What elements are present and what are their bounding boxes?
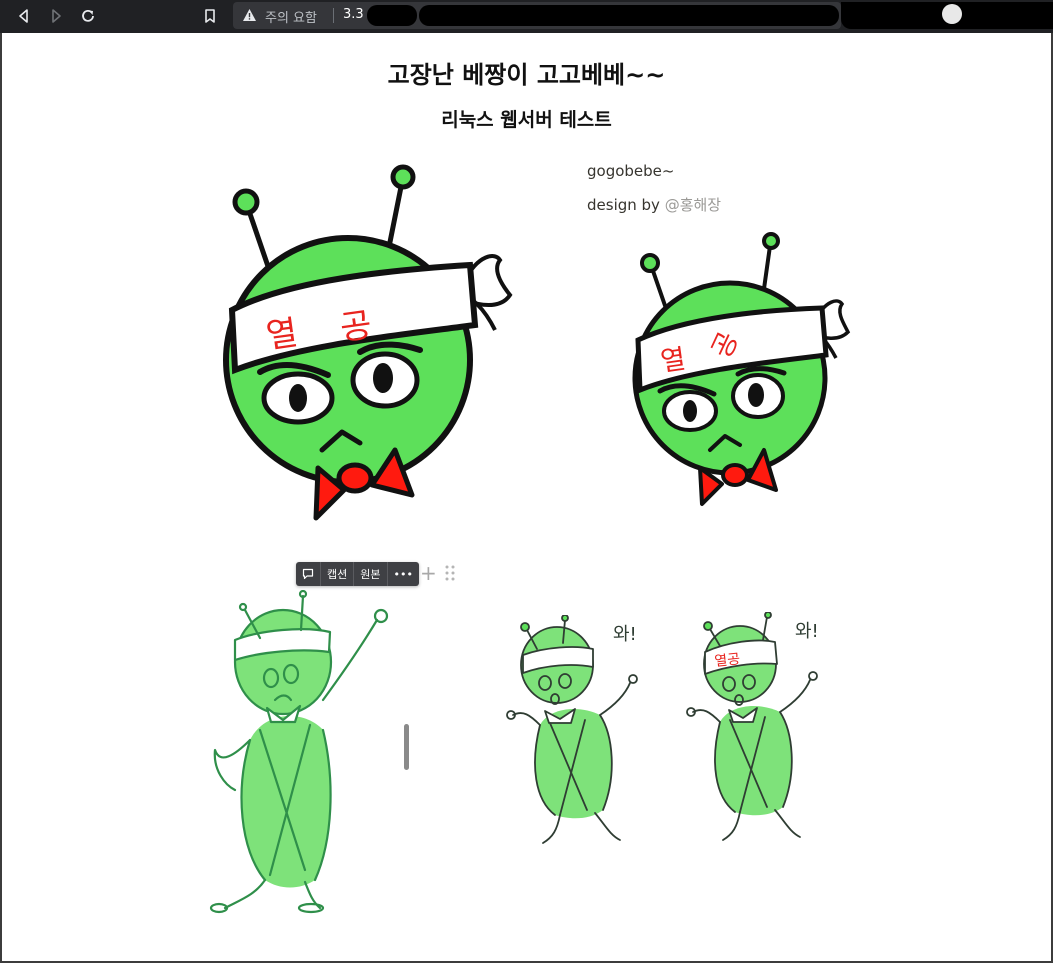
caption-button[interactable]: 캡션 [321,562,355,586]
small-headband-syllable-1: 열 [659,344,688,378]
comment-icon [302,568,314,580]
small-headband-text: 열공 [714,651,741,670]
headband-syllable-1: 열 [264,313,301,357]
redacted-url-part [419,5,839,26]
credit-design: design by @홍해장 [587,194,721,215]
credit-prefix: design by [587,196,665,214]
small-bug-head-image[interactable]: 열 공 [630,228,860,508]
forward-icon [52,9,61,23]
wow-text: 와! [795,621,819,642]
back-button[interactable] [12,5,36,27]
address-separator [333,8,334,23]
browser-toolbar: 주의 요함 3.3 [0,0,1053,33]
full-body-bug-sketch-image[interactable] [205,590,400,915]
back-icon [19,9,28,23]
reload-button[interactable] [76,5,100,27]
surprised-bug-headband-sketch-image[interactable]: 열공 와! [685,612,830,857]
redacted-url-part [367,5,417,26]
bookmark-icon [205,9,215,23]
address-bar[interactable]: 주의 요함 3.3 [233,2,841,29]
warning-icon[interactable] [241,7,257,23]
url-text[interactable]: 3.3 [343,7,364,22]
security-label[interactable]: 주의 요함 [265,7,317,26]
wow-text: 와! [613,624,637,645]
original-button[interactable]: 원본 [354,562,388,586]
forward-button[interactable] [44,5,68,27]
image-resize-handle[interactable] [404,724,409,770]
more-button[interactable]: ••• [388,562,419,586]
page-subtitle: 리눅스 웹서버 테스트 [441,109,612,131]
surprised-bug-sketch-image[interactable]: 와! [505,615,650,860]
big-bug-head-image[interactable]: 열 공 [220,160,530,525]
credit-mention[interactable]: @홍해장 [665,196,721,214]
image-block-menu: 캡션 원본 ••• [296,562,419,586]
profile-avatar[interactable] [942,4,962,24]
page-title: 고장난 베짱이 고고베베~~ [387,61,666,89]
headband-syllable-2: 공 [338,305,375,349]
comment-button[interactable] [296,562,321,586]
credit-name: gogobebe~ [587,162,675,180]
reload-icon [82,9,94,22]
bookmark-button[interactable] [198,5,222,27]
drag-handle-icon[interactable] [444,564,456,582]
add-block-button[interactable]: + [420,561,437,585]
